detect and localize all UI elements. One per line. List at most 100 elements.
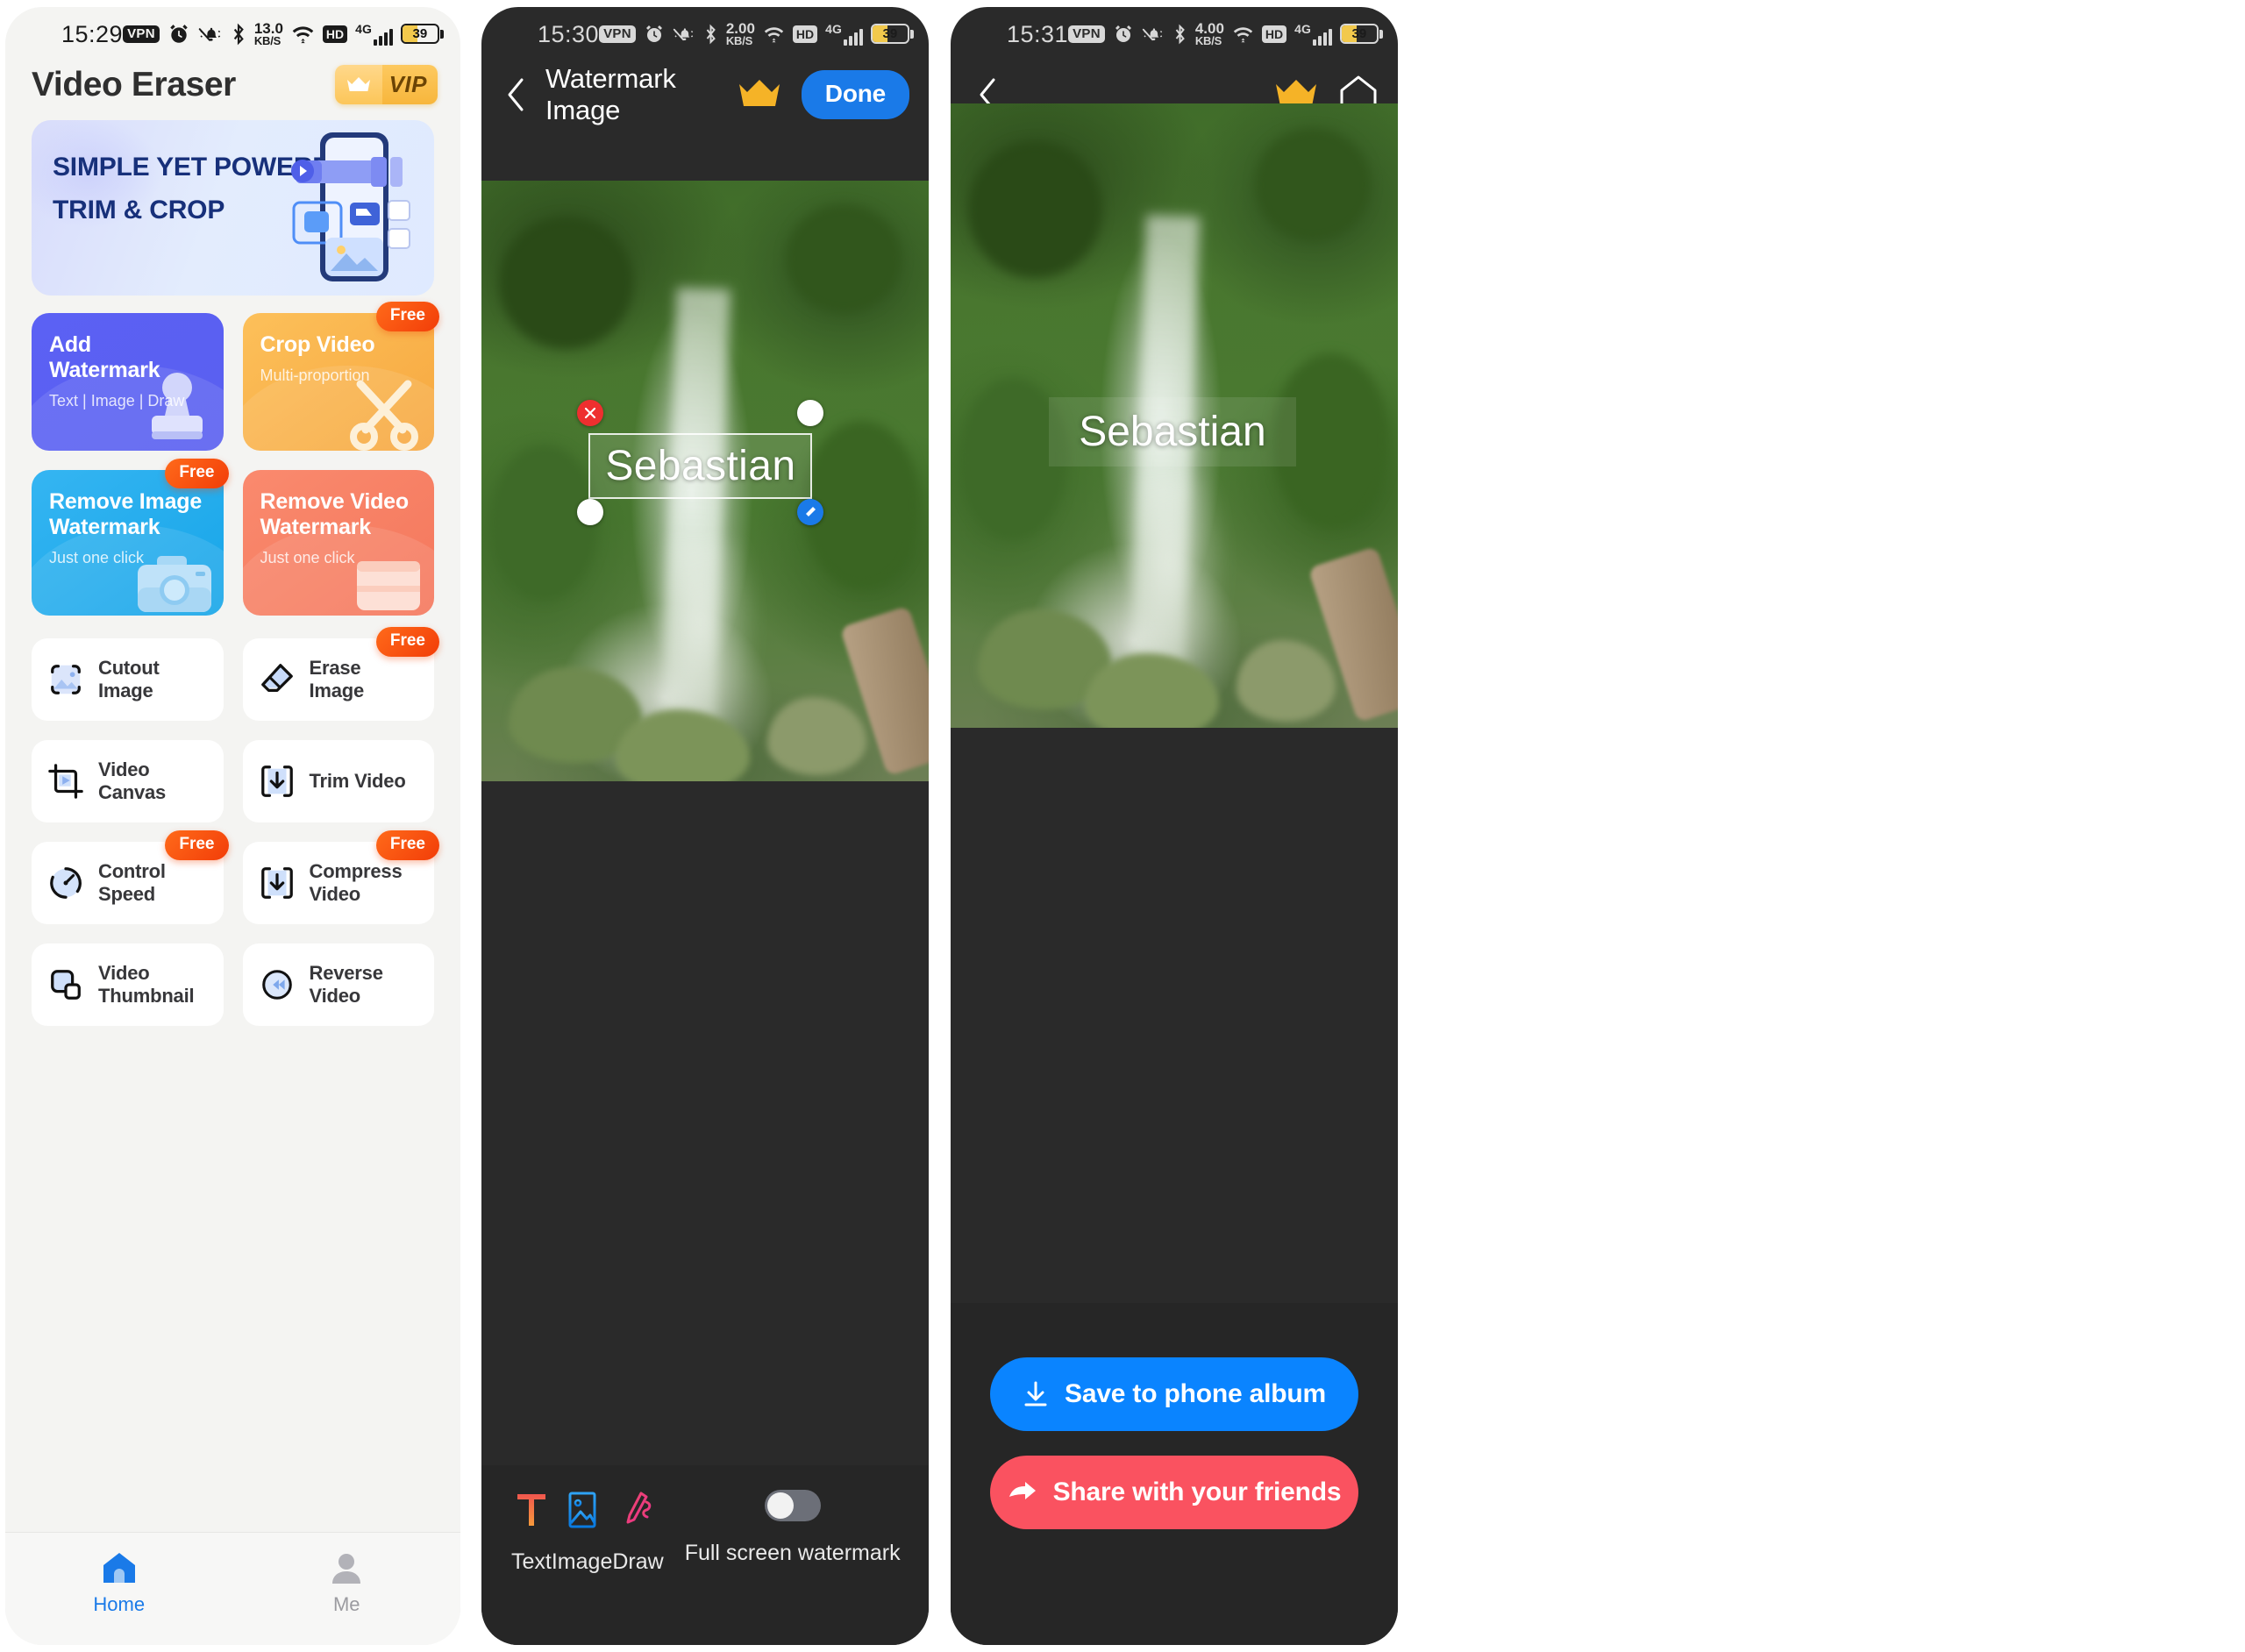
bluetooth-icon: [233, 23, 244, 46]
wifi-icon: [1233, 27, 1253, 43]
card-subtitle: Just one click: [49, 549, 145, 566]
list-item-video-thumbnail[interactable]: Video Thumbnail: [32, 943, 224, 1026]
hd-icon: HD: [1261, 25, 1287, 43]
network-speed: 13.0 KB/S: [253, 19, 283, 47]
person-icon: [332, 1553, 361, 1584]
status-bar-result: 15:31 VPN 4.00 KB/S HD 4G 39: [951, 7, 1398, 61]
wifi-icon: [292, 26, 314, 44]
status-icons: VPN 2.00 KB/S HD 4G 39: [599, 21, 914, 46]
tool-label: Text: [511, 1549, 552, 1574]
list-item-reverse-video[interactable]: Reverse Video: [242, 943, 434, 1026]
result-preview: Sebastian: [951, 103, 1398, 728]
editor-nav-bar: Watermark Image Done: [481, 61, 929, 128]
tool-list-grid: Cutout Image Free Erase Image Video Canv…: [32, 627, 439, 1026]
battery-icon: 39: [870, 24, 914, 45]
tab-label: Me: [332, 1592, 360, 1615]
image-cutout-icon: [51, 665, 81, 694]
network-speed: 4.00 KB/S: [1194, 19, 1224, 47]
home-content: SIMPLE YET POWERFUL TRIM & CROP Add Wate…: [5, 120, 460, 1026]
done-button[interactable]: Done: [801, 70, 909, 119]
watermark-text: Sebastian: [605, 442, 796, 489]
text-t-icon: [517, 1494, 545, 1526]
status-icons: VPN 4.00 KB/S HD 4G 39: [1068, 19, 1383, 47]
tab-me[interactable]: Me: [233, 1533, 461, 1645]
editor-title: Watermark Image: [545, 63, 676, 125]
vip-label: VIP: [381, 65, 438, 104]
battery-icon: 39: [1339, 24, 1383, 45]
full-screen-watermark-label: Full screen watermark: [684, 1541, 901, 1565]
full-screen-watermark-group: Full screen watermark: [685, 1490, 901, 1566]
full-screen-watermark-toggle[interactable]: [764, 1490, 821, 1521]
list-item-label: Reverse Video: [309, 962, 383, 1007]
crop-play-icon: [48, 764, 83, 799]
card-title: Add Watermark: [49, 332, 160, 382]
tool-image[interactable]: Image: [552, 1490, 612, 1575]
download-icon: [1024, 1381, 1047, 1406]
list-item-control-speed[interactable]: Free Control Speed: [32, 830, 229, 924]
tab-label: Home: [93, 1592, 146, 1615]
list-item-erase-image[interactable]: Free Erase Image: [242, 627, 439, 721]
feature-card-grid: Add Watermark Text | Image | Draw Free C: [32, 302, 439, 616]
back-icon[interactable]: [501, 77, 530, 112]
wifi-icon: [764, 27, 784, 43]
card-title: Crop Video: [260, 332, 375, 357]
list-item-trim-video[interactable]: Trim Video: [242, 740, 434, 822]
share-icon: [1008, 1482, 1036, 1499]
list-item-compress-video[interactable]: Free Compress Video: [242, 830, 439, 924]
card-remove-video-watermark[interactable]: Remove Video Watermark Just one click: [242, 470, 434, 616]
phone-watermark-editor: 15:30 VPN 2.00 KB/S HD 4G 39 Watermark I…: [481, 7, 929, 1645]
vpn-icon: VPN: [123, 25, 160, 43]
card-crop-video[interactable]: Free Crop Video Multi-proportion: [242, 302, 439, 451]
list-item-label: Compress Video: [309, 860, 403, 905]
list-item-label: Video Canvas: [98, 758, 167, 803]
page-title: Video Eraser: [32, 65, 236, 103]
tool-text[interactable]: Text: [511, 1490, 552, 1575]
list-item-label: Control Speed: [98, 860, 166, 905]
delete-handle[interactable]: [577, 399, 604, 426]
alarm-icon: [1115, 25, 1131, 42]
status-clock: 15:31: [1007, 20, 1069, 47]
tool-label: Draw: [612, 1549, 664, 1574]
share-button[interactable]: Share with your friends: [990, 1456, 1358, 1529]
list-item-video-canvas[interactable]: Video Canvas: [32, 740, 224, 822]
badge-free: Free: [165, 830, 229, 860]
bluetooth-icon: [1175, 24, 1185, 45]
card-add-watermark[interactable]: Add Watermark Text | Image | Draw: [32, 313, 224, 451]
card-subtitle: Just one click: [260, 549, 355, 566]
resize-handle-top-right[interactable]: [797, 399, 824, 426]
badge-free: Free: [375, 830, 439, 860]
screenshot-stage: 15:29 VPN 13.0 KB/S HD 4G 39 Video Erase…: [0, 0, 2245, 1652]
scissors-icon: [350, 380, 418, 451]
list-item-label: Video Thumbnail: [98, 962, 195, 1007]
status-icons: VPN 13.0 KB/S HD 4G 39: [123, 19, 444, 47]
card-remove-image-watermark[interactable]: Free Remove Image Watermark Just one cli…: [32, 459, 229, 616]
tab-home[interactable]: Home: [5, 1533, 233, 1645]
pen-icon: [626, 1492, 651, 1524]
editor-canvas[interactable]: Sebastian: [481, 181, 929, 781]
vip-button[interactable]: VIP: [334, 65, 438, 104]
hd-icon: HD: [322, 25, 348, 43]
hd-icon: HD: [792, 25, 818, 43]
save-to-album-button[interactable]: Save to phone album: [990, 1357, 1358, 1431]
home-icon: [103, 1552, 135, 1583]
card-title: Remove Image Watermark: [49, 489, 203, 539]
list-item-label: Trim Video: [309, 770, 406, 792]
result-actions: Save to phone album Share with your frie…: [951, 1303, 1398, 1645]
crown-icon[interactable]: [737, 76, 782, 114]
cellular-icon: 4G: [355, 23, 393, 46]
status-bar-home: 15:29 VPN 13.0 KB/S HD 4G 39: [5, 7, 460, 61]
tool-draw[interactable]: Draw: [612, 1490, 664, 1575]
badge-free: Free: [165, 459, 229, 488]
phone-home-screen: 15:29 VPN 13.0 KB/S HD 4G 39 Video Erase…: [5, 7, 460, 1645]
vpn-icon: VPN: [599, 25, 636, 43]
picture-icon: [568, 1492, 596, 1528]
editor-toolbar: Text Image Draw Full screen watermark: [481, 1465, 929, 1645]
badge-free: Free: [375, 627, 439, 657]
list-item-cutout-image[interactable]: Cutout Image: [32, 638, 224, 721]
button-label: Save to phone album: [1065, 1379, 1326, 1408]
promo-banner[interactable]: SIMPLE YET POWERFUL TRIM & CROP: [32, 120, 434, 296]
watermark-selection-box[interactable]: Sebastian: [577, 399, 824, 526]
status-clock: 15:29: [61, 20, 124, 47]
cellular-icon: 4G: [1294, 23, 1332, 46]
eraser-icon: [260, 664, 293, 693]
